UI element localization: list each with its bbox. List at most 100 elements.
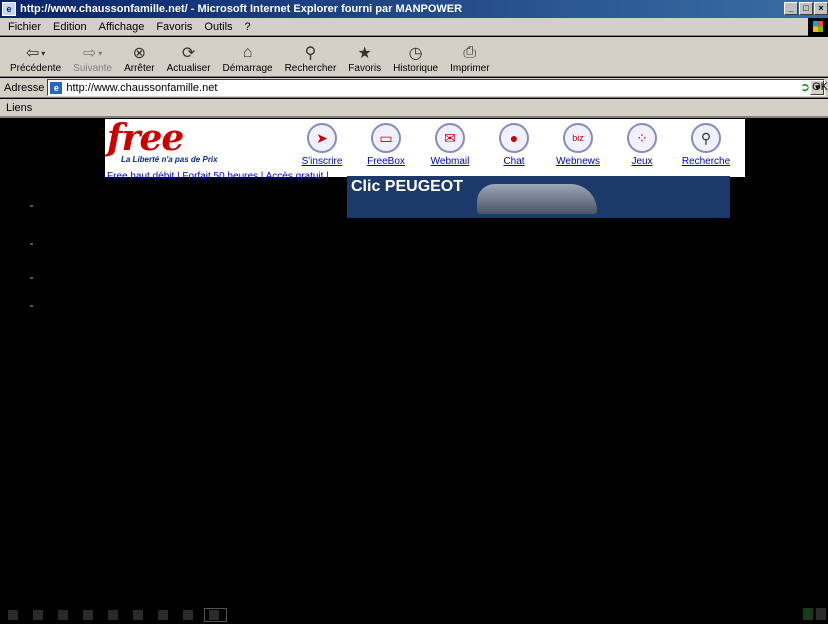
favorites-icon: ★ (357, 45, 372, 62)
stop-icon: ⊗ (132, 45, 147, 62)
back-arrow-icon: ⇦ ▾ (25, 45, 46, 62)
nav-games-label: Jeux (631, 156, 653, 167)
nav-signup-label: S'inscrire (301, 156, 343, 167)
home-button[interactable]: ⌂ Démarrage (217, 43, 279, 76)
webnews-icon: biz (563, 123, 593, 153)
page-content: free La Liberté n'a pas de Prix ➤ S'insc… (0, 119, 828, 589)
taskbar (0, 606, 828, 624)
window-controls: _ □ × (783, 2, 828, 15)
maximize-button[interactable]: □ (799, 2, 813, 15)
address-url: http://www.chaussonfamille.net (66, 81, 218, 94)
forward-label: Suivante (73, 63, 113, 74)
peugeot-ad-text: Clic PEUGEOT (351, 178, 464, 195)
system-tray (800, 608, 826, 620)
taskbar-item[interactable] (179, 608, 200, 622)
nav-webnews[interactable]: biz Webnews (546, 123, 610, 167)
app-icon (158, 610, 168, 620)
app-icon (83, 610, 93, 620)
tray-icon[interactable] (816, 608, 826, 620)
status-bar (0, 589, 828, 606)
favorites-label: Favoris (348, 63, 382, 74)
free-logo-wordmark: free (107, 119, 184, 159)
history-button[interactable]: ◷ Historique (387, 43, 444, 76)
print-button[interactable]: ⎙ Imprimer (444, 43, 495, 76)
nav-webmail-label: Webmail (430, 156, 470, 167)
taskbar-item-active[interactable] (204, 608, 227, 622)
app-icon (133, 610, 143, 620)
free-sublinks[interactable]: Free haut débit | Forfait 50 heures | Ac… (107, 171, 329, 182)
mail-icon: ✉ (435, 123, 465, 153)
peugeot-ad-banner[interactable]: Clic PEUGEOT (347, 176, 730, 218)
taskbar-item[interactable] (129, 608, 150, 622)
search-button[interactable]: ⚲ Rechercher (279, 43, 343, 76)
app-icon (58, 610, 68, 620)
freebox-icon: ▭ (371, 123, 401, 153)
start-button[interactable] (4, 608, 25, 622)
menu-help[interactable]: ? (245, 21, 251, 33)
refresh-button[interactable]: ⟳ Actualiser (161, 43, 217, 76)
forward-button[interactable]: ⇨ ▾ Suivante (67, 43, 118, 76)
history-label: Historique (393, 63, 439, 74)
windows-logo-icon (808, 18, 828, 36)
stop-button[interactable]: ⊗ Arrêter (118, 43, 161, 76)
free-banner: free La Liberté n'a pas de Prix ➤ S'insc… (105, 119, 745, 182)
menu-file[interactable]: Fichier (8, 21, 41, 33)
address-label: Adresse (4, 81, 45, 94)
nav-freebox[interactable]: ▭ FreeBox (354, 123, 418, 167)
nav-signup[interactable]: ➤ S'inscrire (290, 123, 354, 167)
window-title: http://www.chaussonfamille.net/ - Micros… (20, 3, 463, 15)
dice-icon: ⁘ (627, 123, 657, 153)
signup-icon: ➤ (307, 123, 337, 153)
minimize-button[interactable]: _ (784, 2, 798, 15)
faint-mark (30, 243, 33, 245)
app-icon (209, 610, 219, 620)
taskbar-item[interactable] (54, 608, 75, 622)
taskbar-item[interactable] (29, 608, 50, 622)
magnifier-icon: ⚲ (691, 123, 721, 153)
forward-arrow-icon: ⇨ ▾ (82, 45, 103, 62)
free-tagline: La Liberté n'a pas de Prix (121, 155, 218, 164)
car-image (477, 184, 597, 214)
home-icon: ⌂ (242, 44, 253, 61)
nav-webmail[interactable]: ✉ Webmail (418, 123, 482, 167)
menu-favorites[interactable]: Favoris (156, 21, 192, 33)
history-icon: ◷ (408, 45, 423, 62)
printer-icon: ⎙ (463, 44, 477, 61)
page-icon: e (50, 81, 63, 94)
tray-icon[interactable] (803, 608, 813, 620)
search-label: Rechercher (284, 63, 337, 74)
links-bar[interactable]: Liens (0, 99, 828, 118)
links-label: Liens (6, 101, 33, 114)
start-icon (8, 610, 18, 620)
faint-mark (30, 277, 33, 279)
menu-edit[interactable]: Edition (53, 21, 87, 33)
stop-label: Arrêter (124, 63, 155, 74)
address-input[interactable]: e http://www.chaussonfamille.net ▼ (47, 79, 826, 96)
chat-icon: ● (499, 123, 529, 153)
go-arrow-icon: ➲ (800, 80, 811, 94)
nav-games[interactable]: ⁘ Jeux (610, 123, 674, 167)
taskbar-item[interactable] (79, 608, 100, 622)
go-button[interactable]: ➲ OK (800, 80, 828, 94)
taskbar-item[interactable] (154, 608, 175, 622)
taskbar-item[interactable] (104, 608, 125, 622)
close-button[interactable]: × (814, 2, 828, 15)
faint-mark (30, 205, 33, 207)
app-icon (108, 610, 118, 620)
refresh-label: Actualiser (166, 63, 211, 74)
app-icon (33, 610, 43, 620)
menu-tools[interactable]: Outils (204, 21, 232, 33)
print-label: Imprimer (450, 63, 490, 74)
faint-mark (30, 305, 33, 307)
nav-search[interactable]: ⚲ Recherche (674, 123, 738, 167)
favorites-button[interactable]: ★ Favoris (342, 43, 387, 76)
navigation-toolbar: ⇦ ▾ Précédente ⇨ ▾ Suivante ⊗ Arrêter ⟳ Ac… (0, 37, 828, 77)
nav-chat[interactable]: ● Chat (482, 123, 546, 167)
free-logo[interactable]: free La Liberté n'a pas de Prix (107, 119, 237, 164)
menu-bar: Fichier Edition Affichage Favoris Outils… (0, 18, 828, 36)
back-button[interactable]: ⇦ ▾ Précédente (4, 43, 67, 76)
window-title-bar[interactable]: e http://www.chaussonfamille.net/ - Micr… (0, 0, 828, 18)
go-label: OK (812, 81, 828, 93)
nav-chat-label: Chat (503, 156, 525, 167)
menu-view[interactable]: Affichage (99, 21, 145, 33)
